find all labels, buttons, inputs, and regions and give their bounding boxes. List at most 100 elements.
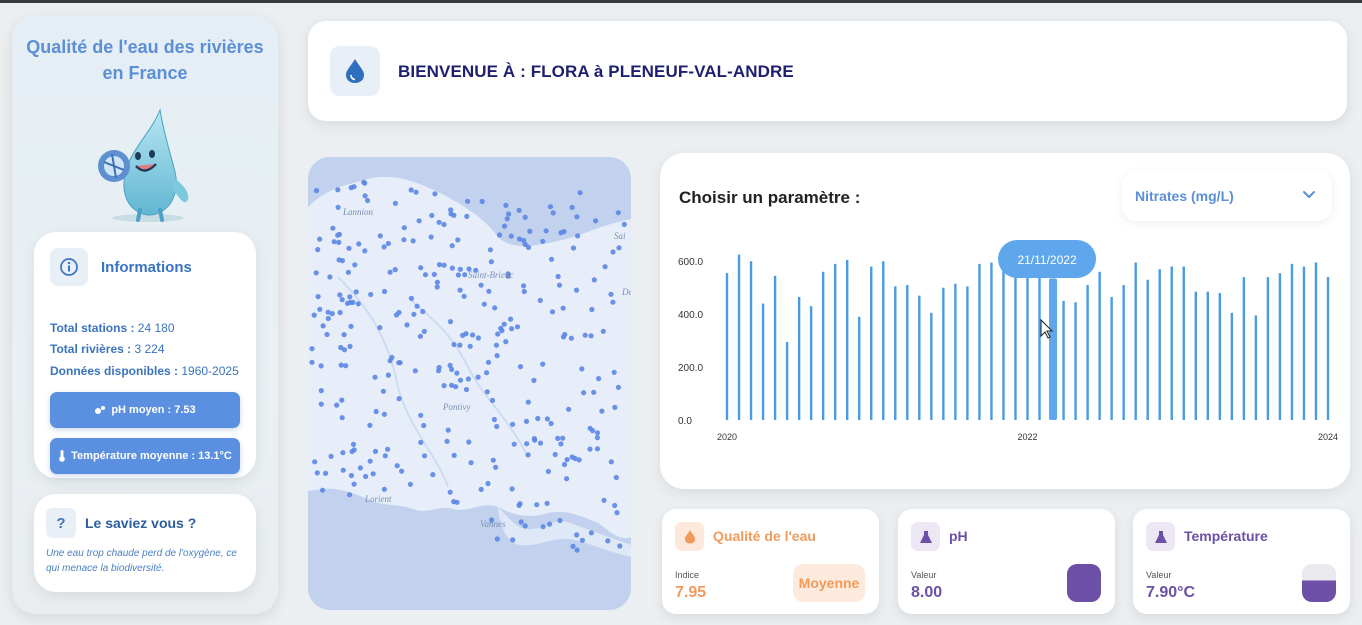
station-marker[interactable]	[434, 284, 440, 290]
station-marker[interactable]	[454, 499, 460, 505]
station-marker[interactable]	[372, 374, 378, 380]
station-marker[interactable]	[516, 236, 523, 242]
station-marker[interactable]	[337, 292, 343, 298]
station-marker[interactable]	[325, 309, 331, 315]
station-marker[interactable]	[430, 472, 436, 478]
station-marker[interactable]	[574, 214, 580, 220]
station-marker[interactable]	[540, 238, 546, 244]
station-marker[interactable]	[350, 441, 357, 447]
station-marker[interactable]	[313, 270, 319, 276]
station-marker[interactable]	[381, 486, 387, 492]
station-marker[interactable]	[351, 481, 357, 487]
chart-bar[interactable]	[930, 312, 933, 420]
station-marker[interactable]	[615, 210, 621, 216]
chart-bar[interactable]	[978, 263, 981, 420]
station-marker[interactable]	[493, 464, 499, 470]
station-marker[interactable]	[568, 335, 574, 341]
station-marker[interactable]	[315, 294, 321, 300]
station-marker[interactable]	[457, 287, 463, 293]
station-marker[interactable]	[351, 447, 357, 453]
station-marker[interactable]	[465, 376, 471, 382]
station-marker[interactable]	[364, 197, 371, 204]
station-marker[interactable]	[352, 262, 358, 268]
station-marker[interactable]	[470, 332, 476, 338]
station-map[interactable]: Lannion Saint-Brieuc Pontivy Lorient Van…	[308, 157, 631, 610]
station-marker[interactable]	[481, 301, 487, 307]
map-canvas[interactable]: Lannion Saint-Brieuc Pontivy Lorient Van…	[308, 157, 631, 610]
station-marker[interactable]	[363, 473, 369, 480]
station-marker[interactable]	[556, 282, 563, 288]
chart-bar[interactable]	[990, 262, 993, 420]
station-marker[interactable]	[417, 333, 423, 339]
station-marker[interactable]	[531, 377, 537, 383]
station-marker[interactable]	[478, 486, 484, 492]
station-marker[interactable]	[347, 343, 353, 349]
station-marker[interactable]	[501, 321, 507, 327]
station-marker[interactable]	[330, 225, 336, 231]
station-marker[interactable]	[318, 363, 324, 369]
station-marker[interactable]	[464, 213, 470, 219]
station-marker[interactable]	[605, 538, 611, 544]
station-marker[interactable]	[436, 262, 443, 268]
station-marker[interactable]	[478, 282, 484, 288]
station-marker[interactable]	[485, 480, 491, 487]
station-marker[interactable]	[372, 448, 379, 454]
chart-bar[interactable]	[797, 296, 801, 420]
station-marker[interactable]	[362, 193, 368, 199]
station-marker[interactable]	[449, 382, 455, 388]
station-marker[interactable]	[495, 331, 501, 337]
station-marker[interactable]	[441, 262, 447, 268]
station-marker[interactable]	[346, 245, 352, 251]
station-marker[interactable]	[421, 422, 427, 429]
station-marker[interactable]	[540, 361, 546, 367]
station-marker[interactable]	[521, 288, 527, 295]
station-marker[interactable]	[600, 328, 606, 334]
chart-bar[interactable]	[785, 341, 789, 420]
station-marker[interactable]	[612, 502, 618, 509]
station-marker[interactable]	[522, 214, 528, 220]
station-marker[interactable]	[457, 342, 463, 348]
station-marker[interactable]	[416, 218, 422, 224]
station-marker[interactable]	[504, 216, 510, 222]
station-marker[interactable]	[501, 223, 508, 229]
parameter-select[interactable]: Nitrates (mg/L)	[1122, 171, 1332, 221]
station-marker[interactable]	[324, 331, 330, 338]
station-marker[interactable]	[318, 388, 324, 394]
station-marker[interactable]	[497, 232, 503, 238]
station-marker[interactable]	[317, 306, 323, 312]
station-marker[interactable]	[509, 326, 515, 332]
station-marker[interactable]	[328, 453, 334, 459]
station-marker[interactable]	[315, 247, 321, 253]
station-marker[interactable]	[490, 457, 496, 463]
station-marker[interactable]	[537, 440, 544, 446]
ph-average-button[interactable]: pH moyen : 7.53	[50, 392, 240, 428]
station-marker[interactable]	[615, 384, 621, 390]
station-marker[interactable]	[494, 423, 500, 430]
station-marker[interactable]	[320, 323, 326, 329]
station-marker[interactable]	[350, 299, 356, 305]
station-marker[interactable]	[382, 453, 388, 459]
station-marker[interactable]	[320, 487, 326, 493]
station-marker[interactable]	[610, 299, 616, 305]
station-marker[interactable]	[588, 333, 594, 339]
station-marker[interactable]	[591, 277, 597, 283]
station-marker[interactable]	[418, 439, 424, 445]
station-marker[interactable]	[557, 517, 563, 524]
station-marker[interactable]	[399, 468, 405, 474]
station-marker[interactable]	[429, 212, 435, 219]
station-marker[interactable]	[544, 500, 550, 506]
station-marker[interactable]	[544, 416, 550, 422]
station-marker[interactable]	[546, 521, 553, 527]
chart-bar[interactable]	[1086, 285, 1089, 420]
station-marker[interactable]	[381, 411, 387, 417]
station-marker[interactable]	[422, 272, 429, 278]
station-marker[interactable]	[335, 187, 341, 193]
station-marker[interactable]	[516, 207, 522, 213]
station-marker[interactable]	[564, 457, 570, 463]
station-marker[interactable]	[492, 305, 498, 311]
chart-bar[interactable]	[1158, 269, 1161, 420]
station-marker[interactable]	[338, 362, 344, 368]
station-marker[interactable]	[368, 291, 374, 298]
station-marker[interactable]	[331, 239, 337, 245]
station-marker[interactable]	[447, 489, 453, 495]
